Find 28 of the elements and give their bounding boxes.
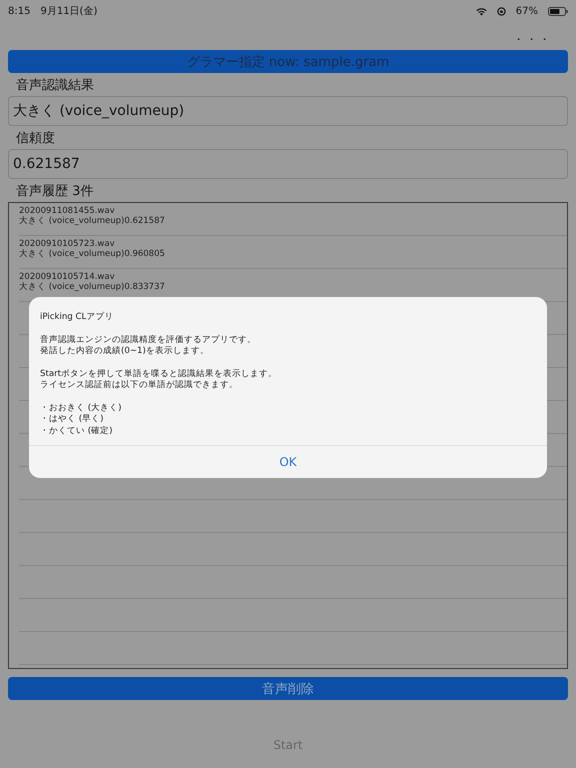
- battery-percent: 67%: [516, 6, 538, 16]
- wifi-icon: [476, 6, 487, 16]
- date-text: 9月11日(金): [40, 5, 98, 18]
- result-detail: 大きく (voice_volumeup)0.833737: [19, 282, 166, 292]
- word-item: ・はやく (早く): [40, 414, 104, 426]
- word-item: ・かくてい (確定): [40, 426, 114, 437]
- file-name: 20200910105723.wav: [19, 239, 116, 249]
- word-item: ・おおきく (大きく): [40, 402, 122, 414]
- history-label: 音声履歴 3件: [16, 183, 94, 200]
- clock-time: 8:15: [8, 6, 30, 16]
- confidence-field[interactable]: 0.621587: [8, 149, 568, 179]
- result-detail: 大きく (voice_volumeup)0.960805: [19, 249, 166, 259]
- file-name: 20200911081455.wav: [19, 206, 116, 216]
- result-detail: 大きく (voice_volumeup)0.621587: [19, 216, 166, 226]
- delete-button[interactable]: 音声削除: [8, 677, 568, 700]
- ok-button[interactable]: OK: [29, 446, 547, 478]
- rotation-lock-icon: [496, 6, 506, 16]
- battery-icon: [548, 6, 568, 16]
- alert-message-line: Startボタンを押して単語を喋ると認識結果を表示します。: [40, 368, 278, 380]
- alert-message-line: 発話した内容の成績(0~1)を表示します。: [40, 346, 210, 358]
- alert-message-line: 音声認識エンジンの認識精度を評価するアプリです。: [40, 334, 257, 346]
- result-label: 音声認識結果: [16, 77, 95, 94]
- alert-message-line: ライセンス認証前は以下の単語が認識できます。: [40, 380, 239, 392]
- more-button[interactable]: ・・・: [513, 28, 552, 50]
- alert-title: iPicking CLアプリ: [40, 312, 114, 324]
- result-field[interactable]: 大きく (voice_volumeup): [8, 96, 568, 126]
- file-name: 20200910105714.wav: [19, 272, 116, 282]
- confidence-label: 信頼度: [16, 130, 56, 147]
